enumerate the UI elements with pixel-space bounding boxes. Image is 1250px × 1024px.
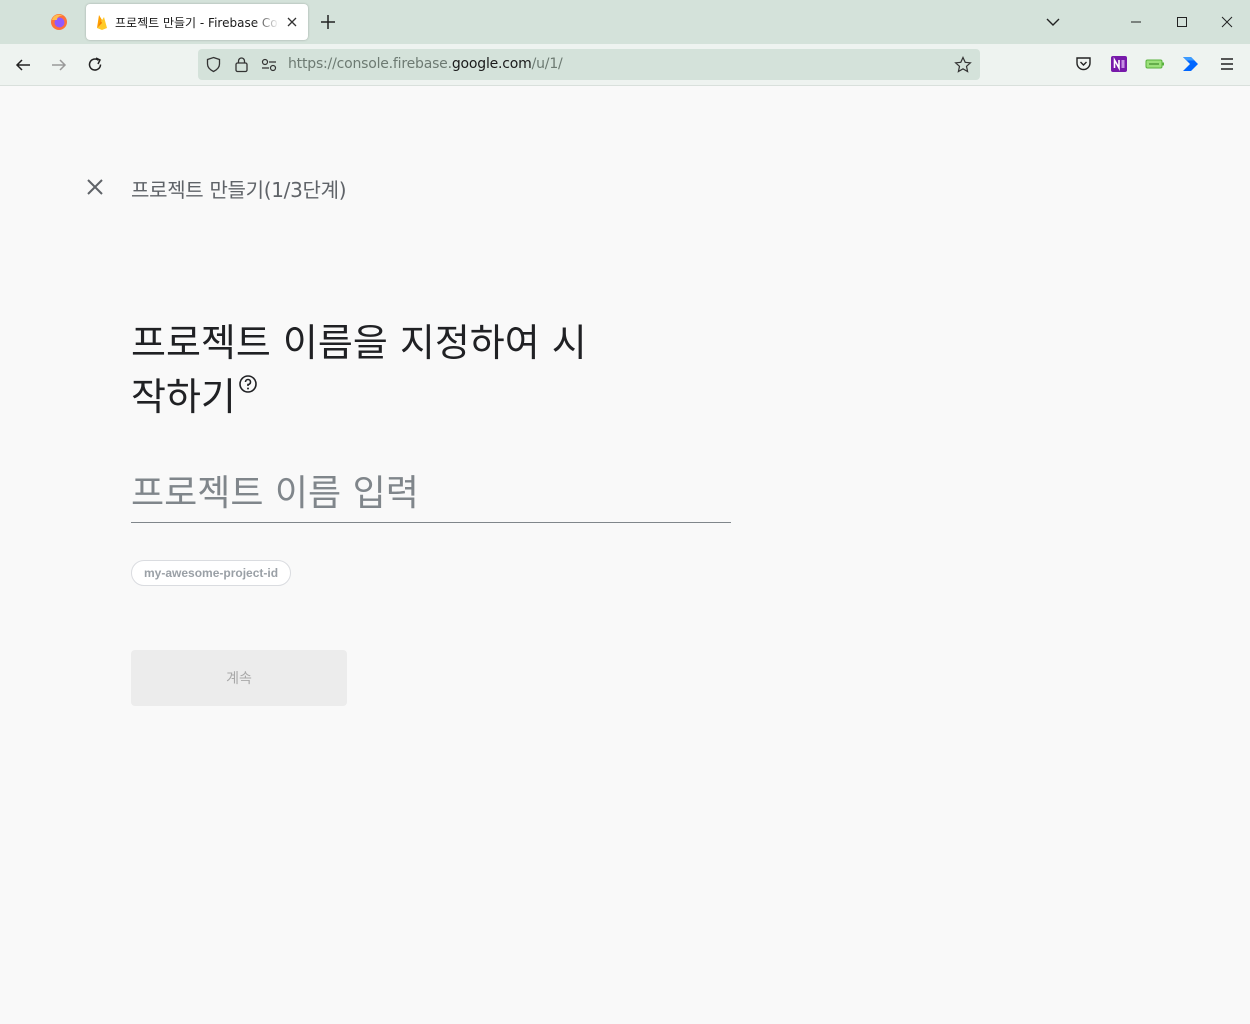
arrow-left-icon [15,59,30,71]
close-icon[interactable] [85,177,105,197]
reload-icon [88,57,102,71]
project-name-input[interactable] [131,465,731,523]
menu-button[interactable] [1215,52,1239,76]
power-automate-extension-button[interactable] [1179,52,1203,76]
url-prefix: https://console.firebase. [288,56,452,72]
new-tab-plus-icon[interactable] [318,12,338,32]
firefox-view-tab[interactable] [40,6,78,38]
pocket-button[interactable] [1071,52,1095,76]
onenote-extension-button[interactable] [1107,52,1131,76]
back-button[interactable] [10,52,36,78]
help-icon[interactable] [238,374,258,394]
onenote-icon [1111,56,1127,72]
step-title: 프로젝트 만들기(1/3단계) [131,178,347,202]
heading-line-2: 작하기 [131,375,236,419]
chevron-down-icon[interactable] [1043,12,1063,32]
active-tab[interactable]: 프로젝트 만들기 - Firebase Console [86,4,308,40]
hamburger-menu-icon [1221,58,1233,70]
permissions-icon[interactable] [261,58,277,72]
arrow-right-icon [52,59,67,71]
battery-extension-button[interactable] [1143,52,1167,76]
url-domain: google.com [451,56,532,72]
url-text[interactable]: https://console.firebase.google.com/u/1/ [288,56,563,72]
tab-title: 프로젝트 만들기 - Firebase Console [115,15,279,30]
close-window-button[interactable] [1204,0,1250,44]
forward-button[interactable] [46,52,72,78]
tab-close-icon[interactable] [284,14,300,30]
lock-icon[interactable] [234,56,249,73]
firebase-icon [97,15,107,30]
url-path: /u/1/ [531,56,563,72]
power-automate-icon [1183,57,1198,71]
firefox-icon [51,14,67,30]
page-heading: 프로젝트 이름을 지정하여 시작하기 [131,316,611,424]
star-icon[interactable] [954,56,972,74]
heading-line-1: 프로젝트 이름을 지정하여 시 [131,321,587,365]
maximize-icon [1177,17,1187,27]
minimize-button[interactable] [1113,0,1159,44]
browser-toolbar: https://console.firebase.google.com/u/1/ [0,44,1250,86]
browser-tab-strip: 프로젝트 만들기 - Firebase Console [0,0,1250,44]
shield-icon[interactable] [205,56,222,73]
reload-button[interactable] [82,52,108,78]
battery-icon [1145,59,1164,69]
maximize-button[interactable] [1159,0,1205,44]
project-id-chip[interactable]: my-awesome-project-id [131,560,292,586]
continue-button[interactable]: 계속 [131,650,347,706]
address-bar[interactable]: https://console.firebase.google.com/u/1/ [198,49,980,80]
close-icon [1221,16,1233,28]
minimize-icon [1131,21,1141,23]
pocket-icon [1075,57,1091,71]
